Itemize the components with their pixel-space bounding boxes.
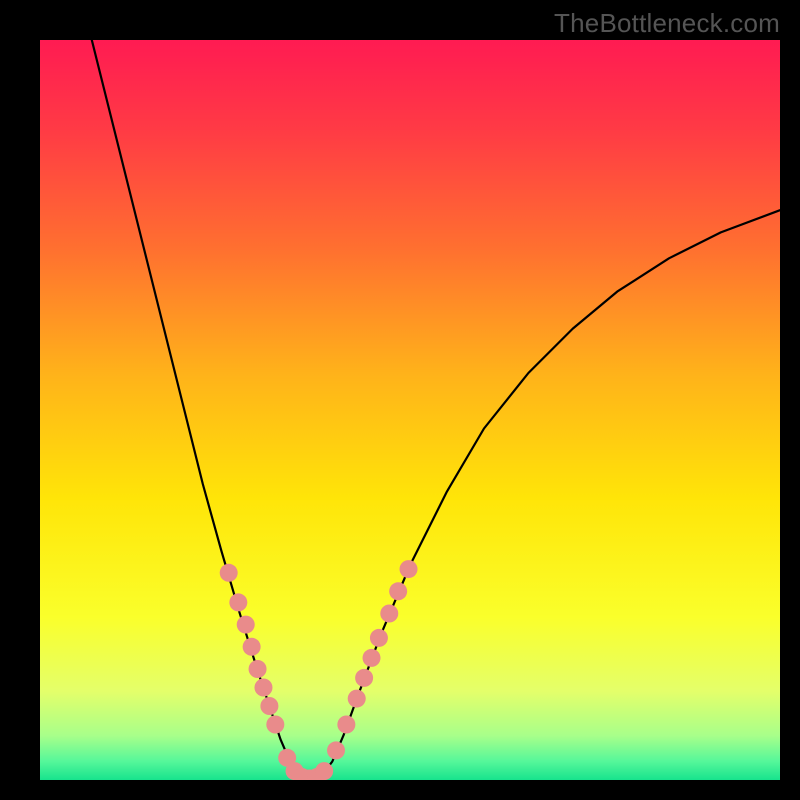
highlight-dot [220, 564, 238, 582]
highlight-dot [337, 716, 355, 734]
gradient-background [40, 40, 780, 780]
highlight-dot [266, 716, 284, 734]
highlight-dot [327, 741, 345, 759]
highlight-dot [363, 649, 381, 667]
highlight-dot [315, 762, 333, 780]
highlight-dot [243, 638, 261, 656]
highlight-dot [370, 629, 388, 647]
watermark-text: TheBottleneck.com [554, 8, 780, 39]
highlight-dot [260, 697, 278, 715]
highlight-dot [348, 690, 366, 708]
chart-svg [40, 40, 780, 780]
highlight-dot [237, 616, 255, 634]
highlight-dot [400, 560, 418, 578]
highlight-dot [380, 605, 398, 623]
highlight-dot [229, 593, 247, 611]
highlight-dot [249, 660, 267, 678]
highlight-dot [389, 582, 407, 600]
highlight-dot [254, 679, 272, 697]
chart-container: TheBottleneck.com [0, 0, 800, 800]
plot-area [40, 40, 780, 780]
highlight-dot [355, 669, 373, 687]
